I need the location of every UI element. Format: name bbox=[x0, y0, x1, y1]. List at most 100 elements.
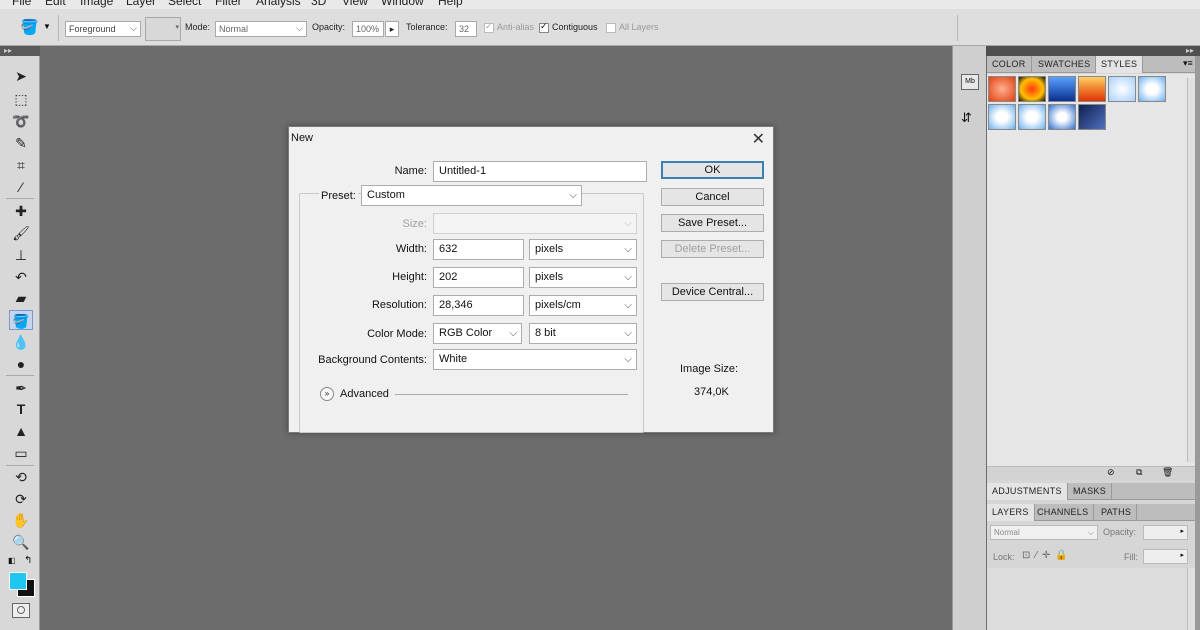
tab-layers[interactable]: LAYERS bbox=[987, 504, 1035, 521]
pen-icon[interactable]: ✒ bbox=[9, 378, 33, 398]
width-input[interactable]: 632 bbox=[433, 239, 524, 260]
quick-select-icon[interactable]: ✎ bbox=[9, 133, 33, 153]
mode-select[interactable]: Normal ⌵ bbox=[215, 21, 307, 37]
tools-panel-header[interactable]: ▸▸ bbox=[0, 46, 40, 56]
menu-3d[interactable]: 3D bbox=[311, 0, 326, 8]
trash-icon[interactable]: 🗑 bbox=[1162, 467, 1173, 478]
3d-orbit-icon[interactable]: ⟳ bbox=[9, 489, 33, 509]
tolerance-input[interactable]: 32 bbox=[455, 21, 477, 37]
menu-analysis[interactable]: Analysis bbox=[256, 0, 301, 8]
clear-style-icon[interactable]: ⊘ bbox=[1107, 467, 1115, 478]
tab-masks[interactable]: MASKS bbox=[1068, 483, 1113, 500]
paint-bucket-icon[interactable]: 🪣 bbox=[9, 310, 33, 330]
name-input[interactable]: Untitled-1 bbox=[433, 161, 647, 182]
tab-styles[interactable]: STYLES bbox=[1096, 56, 1144, 73]
menu-edit[interactable]: Edit bbox=[45, 0, 66, 8]
menu-layer[interactable]: Layer bbox=[126, 0, 156, 8]
mini-bridge-icon[interactable]: Mb bbox=[961, 74, 979, 90]
resolution-unit-select[interactable]: pixels/cm ⌵ bbox=[529, 295, 637, 316]
menu-window[interactable]: Window bbox=[381, 0, 424, 8]
style-swatch[interactable] bbox=[1078, 76, 1106, 102]
height-input[interactable]: 202 bbox=[433, 267, 524, 288]
pattern-picker[interactable]: ▾ bbox=[145, 17, 181, 41]
blend-mode-select[interactable]: Normal ⌵ bbox=[990, 525, 1098, 540]
crop-icon[interactable]: ⌗ bbox=[9, 155, 33, 175]
type-icon[interactable]: T bbox=[9, 399, 33, 419]
fill-source-select[interactable]: Foreground ⌵ bbox=[65, 21, 141, 37]
style-swatch[interactable] bbox=[988, 104, 1016, 130]
size-select[interactable]: ⌵ bbox=[433, 213, 637, 234]
width-unit-select[interactable]: pixels ⌵ bbox=[529, 239, 637, 260]
clone-stamp-icon[interactable]: ⊥ bbox=[9, 245, 33, 265]
move-icon[interactable]: ➤ bbox=[9, 66, 33, 86]
layer-opacity-input[interactable]: ▸ bbox=[1143, 525, 1188, 540]
dock-header[interactable]: ◂◂▸▸ bbox=[952, 46, 1200, 56]
style-swatch[interactable] bbox=[1138, 76, 1166, 102]
styles-scrollbar[interactable] bbox=[1187, 78, 1195, 462]
tab-paths[interactable]: PATHS bbox=[1096, 504, 1138, 521]
advanced-toggle-icon[interactable]: » bbox=[320, 387, 334, 401]
style-swatch[interactable] bbox=[1018, 76, 1046, 102]
path-select-icon[interactable]: ▲ bbox=[9, 421, 33, 441]
bit-depth-select[interactable]: 8 bit ⌵ bbox=[529, 323, 637, 344]
marquee-icon[interactable]: ⬚ bbox=[9, 89, 33, 109]
all-layers-checkbox[interactable] bbox=[606, 23, 616, 33]
device-central-button[interactable]: Device Central... bbox=[661, 283, 764, 301]
style-swatch[interactable] bbox=[1078, 104, 1106, 130]
close-icon[interactable]: ✕ bbox=[752, 129, 765, 149]
color-mode-select[interactable]: RGB Color ⌵ bbox=[433, 323, 522, 344]
eraser-icon[interactable]: ▰ bbox=[9, 288, 33, 308]
dodge-icon[interactable]: ● bbox=[9, 354, 33, 374]
resolution-input[interactable]: 28,346 bbox=[433, 295, 524, 316]
contiguous-checkbox[interactable]: ✓ bbox=[539, 21, 549, 33]
style-swatch[interactable] bbox=[1048, 104, 1076, 130]
tab-channels[interactable]: CHANNELS bbox=[1032, 504, 1095, 521]
chevron-down-icon[interactable]: ▼ bbox=[43, 22, 51, 31]
lasso-icon[interactable]: ➰ bbox=[9, 111, 33, 131]
menu-select[interactable]: Select bbox=[168, 0, 201, 8]
menu-filter[interactable]: Filter bbox=[215, 0, 242, 8]
tab-swatches[interactable]: SWATCHES bbox=[1033, 56, 1097, 73]
3d-rotate-icon[interactable]: ⟲ bbox=[9, 467, 33, 487]
background-contents-select[interactable]: White ⌵ bbox=[433, 349, 637, 370]
save-preset-button[interactable]: Save Preset... bbox=[661, 214, 764, 232]
layers-scrollbar[interactable] bbox=[1187, 568, 1195, 630]
rectangle-icon[interactable]: ▭ bbox=[9, 443, 33, 463]
advanced-label[interactable]: Advanced bbox=[340, 388, 389, 400]
menu-file[interactable]: File bbox=[12, 0, 31, 8]
blur-icon[interactable]: 💧 bbox=[9, 332, 33, 352]
menu-help[interactable]: Help bbox=[438, 0, 463, 8]
history-icon[interactable]: ⇵ bbox=[961, 110, 972, 126]
lock-icons[interactable]: ⊡⁄✛🔒 bbox=[1022, 550, 1073, 561]
anti-alias-checkbox[interactable]: ✓ bbox=[484, 21, 494, 33]
tab-color[interactable]: COLOR bbox=[987, 56, 1032, 73]
menu-image[interactable]: Image bbox=[80, 0, 113, 8]
new-style-icon[interactable]: ⧉ bbox=[1136, 467, 1142, 478]
style-swatch[interactable] bbox=[1108, 76, 1136, 102]
healing-brush-icon[interactable]: ✚ bbox=[9, 201, 33, 221]
tab-adjustments[interactable]: ADJUSTMENTS bbox=[987, 483, 1068, 500]
height-unit-select[interactable]: pixels ⌵ bbox=[529, 267, 637, 288]
style-swatch[interactable] bbox=[1048, 76, 1076, 102]
opacity-input[interactable]: 100% bbox=[352, 21, 384, 37]
brush-icon[interactable]: 🖌 bbox=[9, 223, 33, 243]
swap-colors-icon[interactable]: ↰ bbox=[24, 555, 32, 566]
panel-menu-icon[interactable]: ▾≡ bbox=[1183, 58, 1193, 69]
cancel-button[interactable]: Cancel bbox=[661, 188, 764, 206]
hand-icon[interactable]: ✋ bbox=[9, 510, 33, 530]
opacity-slider-button[interactable]: ▸ bbox=[385, 21, 399, 37]
menu-view[interactable]: View bbox=[342, 0, 368, 8]
style-swatch[interactable] bbox=[1018, 104, 1046, 130]
delete-preset-button[interactable]: Delete Preset... bbox=[661, 240, 764, 258]
quick-mask-icon[interactable] bbox=[12, 603, 30, 618]
paint-bucket-preset-icon[interactable]: 🪣 bbox=[20, 18, 39, 36]
ok-button[interactable]: OK bbox=[661, 161, 764, 179]
eyedropper-icon[interactable]: ⁄ bbox=[9, 177, 33, 197]
fill-input[interactable]: ▸ bbox=[1143, 549, 1188, 564]
style-swatch[interactable] bbox=[988, 76, 1016, 102]
preset-select[interactable]: Custom ⌵ bbox=[361, 185, 582, 206]
foreground-color-swatch[interactable] bbox=[9, 572, 27, 590]
default-colors-icon[interactable]: ◧ bbox=[8, 556, 16, 565]
zoom-icon[interactable]: 🔍 bbox=[9, 532, 33, 552]
history-brush-icon[interactable]: ↶ bbox=[9, 267, 33, 287]
